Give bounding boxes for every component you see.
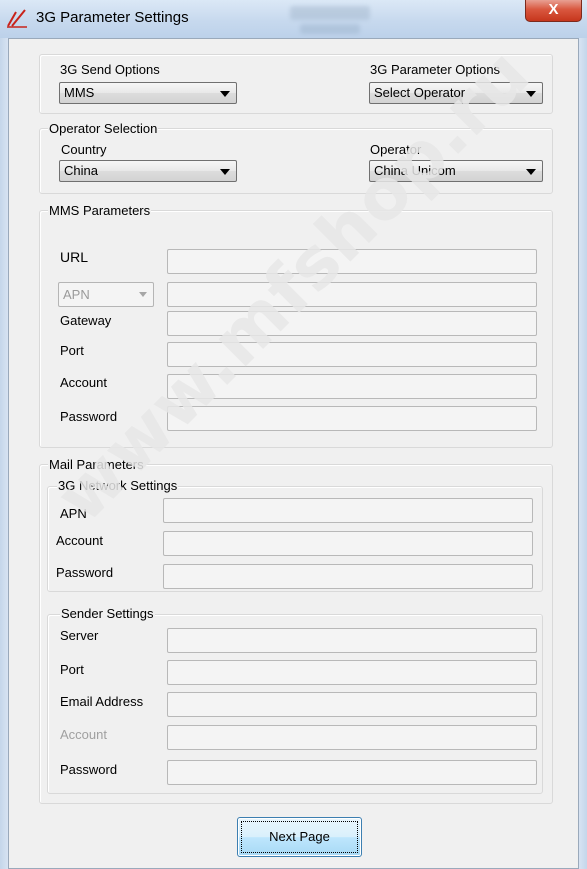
sender-port-field[interactable] (167, 660, 537, 685)
sender-email-field[interactable] (167, 692, 537, 717)
operator-value: China Unicom (374, 163, 456, 178)
network-account-field[interactable] (163, 531, 533, 556)
mms-apn-dropdown: APN (58, 282, 154, 307)
mms-apn-value: APN (63, 287, 90, 302)
sender-email-label: Email Address (60, 694, 144, 709)
chevron-down-icon (220, 91, 230, 97)
sender-account-field (167, 725, 537, 750)
chevron-down-icon (139, 292, 147, 297)
mms-account-label: Account (60, 375, 107, 390)
next-page-label: Next Page (269, 829, 330, 844)
operator-selection-legend: Operator Selection (48, 121, 159, 136)
sender-port-label: Port (60, 662, 84, 677)
network-password-field[interactable] (163, 564, 533, 589)
mms-port-label: Port (60, 343, 84, 358)
sender-server-field[interactable] (167, 628, 537, 653)
window-frame-right (579, 38, 587, 869)
network-settings-legend: 3G Network Settings (57, 478, 179, 493)
send-options-dropdown[interactable]: MMS (59, 82, 237, 104)
send-options-label: 3G Send Options (60, 62, 160, 77)
mms-port-field[interactable] (167, 342, 537, 367)
sender-password-label: Password (60, 762, 118, 777)
parameter-options-value: Select Operator (374, 85, 466, 100)
mms-url-label: URL (60, 249, 89, 265)
window-title: 3G Parameter Settings (36, 9, 189, 26)
background-blur (290, 6, 370, 20)
operator-dropdown[interactable]: China Unicom (369, 160, 543, 182)
country-label: Country (61, 142, 107, 157)
title-bar: 3G Parameter Settings X (0, 0, 587, 38)
network-account-label: Account (56, 533, 103, 548)
window-frame-left (0, 38, 8, 869)
parameter-options-label: 3G Parameter Options (370, 62, 501, 77)
next-page-button[interactable]: Next Page (237, 817, 362, 857)
send-options-value: MMS (64, 85, 95, 100)
chevron-down-icon (220, 169, 230, 175)
mms-password-field[interactable] (167, 406, 537, 431)
network-apn-field[interactable] (163, 498, 533, 523)
mms-parameters-legend: MMS Parameters (48, 203, 152, 218)
mms-url-field[interactable] (167, 249, 537, 274)
mms-gateway-field[interactable] (167, 311, 537, 336)
operator-label: Operator (370, 142, 422, 157)
sender-account-label: Account (60, 727, 107, 742)
chevron-down-icon (526, 169, 536, 175)
network-apn-label: APN (60, 506, 87, 521)
parameter-options-dropdown[interactable]: Select Operator (369, 82, 543, 104)
country-dropdown[interactable]: China (59, 160, 237, 182)
mms-gateway-label: Gateway (60, 313, 112, 328)
sender-password-field[interactable] (167, 760, 537, 785)
background-blur (300, 24, 360, 34)
sender-server-label: Server (60, 628, 99, 643)
chevron-down-icon (526, 91, 536, 97)
mms-password-label: Password (60, 409, 118, 424)
close-button[interactable]: X (525, 0, 582, 22)
mms-account-field[interactable] (167, 374, 537, 399)
country-value: China (64, 163, 98, 178)
sender-settings-legend: Sender Settings (60, 606, 155, 621)
mail-parameters-legend: Mail Parameters (48, 457, 145, 472)
network-password-label: Password (56, 565, 114, 580)
app-icon (7, 9, 27, 28)
mms-apn-field[interactable] (167, 282, 537, 307)
